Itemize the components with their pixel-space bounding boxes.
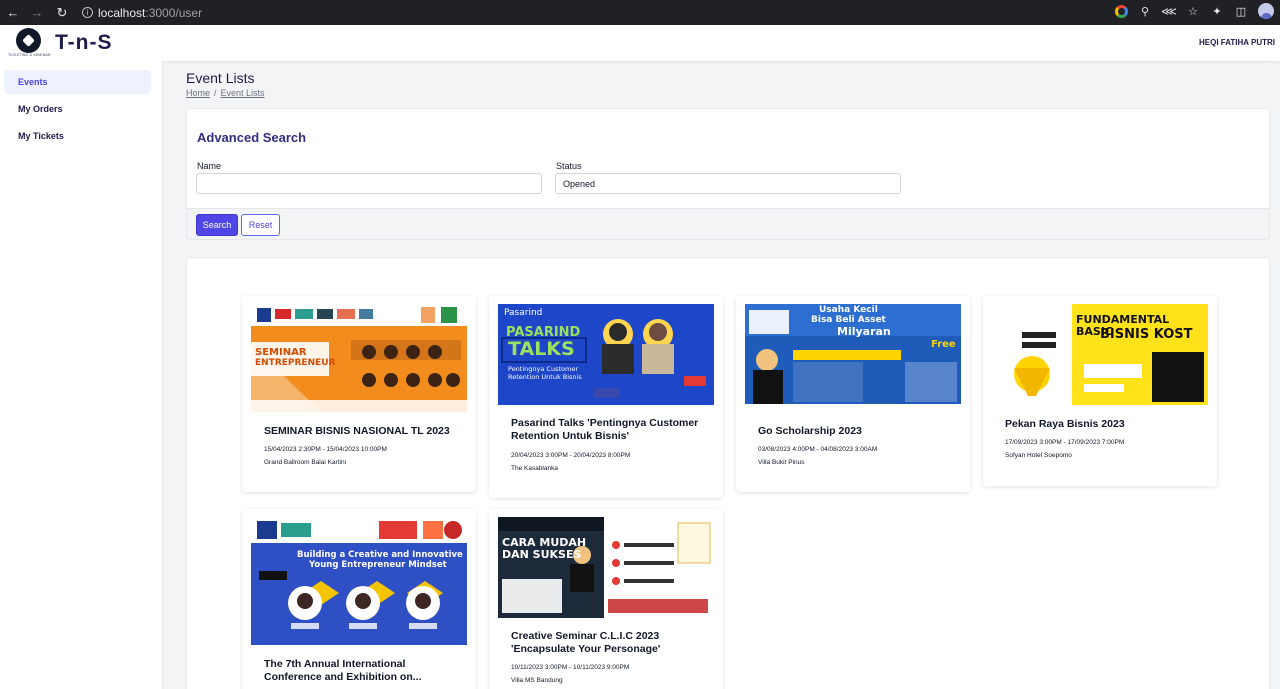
poster-subheading: ENTREPRENEUR [255,358,336,368]
poster-subheading: DAN SUKSES [502,548,582,561]
event-list-panel: SEMINAR ENTREPRENEUR SEMINAR BISNIS NASI… [186,257,1270,689]
event-venue: Villa Bukit Pinus [758,459,805,466]
poster-brand: Pasarind [504,308,543,318]
poster-subheading: TALKS [508,338,575,360]
extensions-puzzle-icon[interactable]: ✦ [1210,4,1224,18]
name-input[interactable] [196,173,542,194]
page-title: Event Lists [186,70,255,86]
event-poster[interactable]: Pasarind PASARIND TALKS Pentingnya Custo… [498,304,714,405]
sidebar-item-my-tickets[interactable]: My Tickets [4,124,151,148]
event-poster[interactable]: CARA MUDAH DAN SUKSES [498,517,714,618]
event-card[interactable]: SEMINAR ENTREPRENEUR SEMINAR BISNIS NASI… [242,296,476,492]
poster-heading: CARA MUDAH [502,536,587,549]
sidebar-item-my-orders[interactable]: My Orders [4,97,151,121]
event-poster[interactable]: Building a Creative and Innovative Young… [251,517,467,645]
event-card[interactable]: FUNDAMENTAL BASIC BISNIS KOST Pekan Raya… [983,296,1217,486]
event-title[interactable]: Creative Seminar C.L.I.C 2023 'Encapsula… [511,630,711,656]
event-card[interactable]: Pasarind PASARIND TALKS Pentingnya Custo… [489,296,723,498]
advanced-search-title: Advanced Search [197,130,307,145]
search-button[interactable]: Search [196,214,238,236]
event-venue: Villa MS Bandung [511,677,563,684]
browser-toolbar: ← → ↻ i localhost :3000/user ⚲ ⋘ ☆ ✦ ◫ [0,0,1280,25]
event-date: 17/09/2023 3:00PM - 17/09/2023 7:00PM [1005,439,1125,446]
app-title[interactable]: T-n-S [55,31,113,55]
event-date: 15/04/2023 2:30PM - 15/04/2023 10:00PM [264,446,387,453]
sidebar: Events My Orders My Tickets [0,61,163,689]
poster-subheading: BISNIS KOST [1100,327,1193,342]
back-arrow-icon[interactable]: ← [5,5,21,21]
search-actions: Search Reset [187,208,1269,239]
poster-subheading: Milyaran [837,325,891,338]
zoom-icon[interactable]: ⚲ [1138,4,1152,18]
event-card[interactable]: Usaha Kecil Bisa Beli Asset Milyaran Fre… [736,296,970,492]
address-bar[interactable]: i localhost :3000/user [82,3,202,23]
forward-arrow-icon[interactable]: → [29,5,45,21]
event-title[interactable]: Go Scholarship 2023 [758,425,958,438]
event-date: 10/11/2023 3:00PM - 10/11/2023 9:00PM [511,664,630,671]
profile-avatar-icon[interactable] [1258,3,1274,19]
breadcrumb-separator: / [214,88,217,98]
event-venue: The Kasablanka [511,465,558,472]
sidebar-item-events[interactable]: Events [4,70,151,94]
poster-heading: SEMINAR [255,347,307,358]
breadcrumb: Home / Event Lists [186,88,265,98]
event-title[interactable]: The 7th Annual International Conference … [264,658,464,684]
event-date: 20/04/2023 3:00PM - 20/04/2023 8:00PM [511,452,631,459]
share-icon[interactable]: ⋘ [1161,4,1177,18]
event-title[interactable]: SEMINAR BISNIS NASIONAL TL 2023 [264,425,464,438]
user-name[interactable]: HEQI FATIHA PUTRI [1199,38,1275,47]
event-venue: Sofyan Hotel Soepomo [1005,452,1072,459]
event-card[interactable]: CARA MUDAH DAN SUKSES Creative Seminar C… [489,509,723,689]
logo-tagline: TICKETING & SEMINAR [8,53,51,57]
event-poster[interactable]: SEMINAR ENTREPRENEUR [251,304,467,412]
poster-badge: Free [931,339,956,350]
breadcrumb-event-lists[interactable]: Event Lists [221,88,265,98]
event-date: 03/08/2023 4:00PM - 04/08/2023 3:00AM [758,446,878,453]
url-path: :3000/user [145,5,203,20]
poster-heading: Building a Creative and Innovative [297,550,463,560]
event-title[interactable]: Pasarind Talks 'Pentingnya Customer Rete… [511,417,711,443]
status-label: Status [556,161,582,171]
status-input[interactable] [555,173,901,194]
poster-subheading: Young Entrepreneur Mindset [309,560,447,570]
event-card[interactable]: Building a Creative and Innovative Young… [242,509,476,689]
event-venue: Grand Ballroom Balai Kartini [264,459,347,466]
google-icon[interactable] [1114,4,1128,18]
breadcrumb-home[interactable]: Home [186,88,210,98]
name-label: Name [197,161,222,171]
bookmark-star-icon[interactable]: ☆ [1186,4,1200,18]
event-title[interactable]: Pekan Raya Bisnis 2023 [1005,418,1205,431]
advanced-search-panel: Advanced Search Name Status Search Reset [186,108,1270,240]
reload-icon[interactable]: ↻ [54,5,70,21]
side-panel-icon[interactable]: ◫ [1234,4,1248,18]
poster-image [498,517,714,618]
reset-button[interactable]: Reset [241,214,280,236]
poster-caption: Retention Untuk Bisnis [508,373,582,381]
poster-caption: Pentingnya Customer [508,365,578,373]
url-host: localhost [98,5,146,20]
logo-icon[interactable] [16,28,41,53]
poster-image [251,517,467,645]
event-poster[interactable]: Usaha Kecil Bisa Beli Asset Milyaran Fre… [745,304,961,412]
info-icon[interactable]: i [82,7,93,18]
event-poster[interactable]: FUNDAMENTAL BASIC BISNIS KOST [992,304,1208,405]
app-header: TICKETING & SEMINAR T-n-S HEQI FATIHA PU… [0,25,1280,61]
